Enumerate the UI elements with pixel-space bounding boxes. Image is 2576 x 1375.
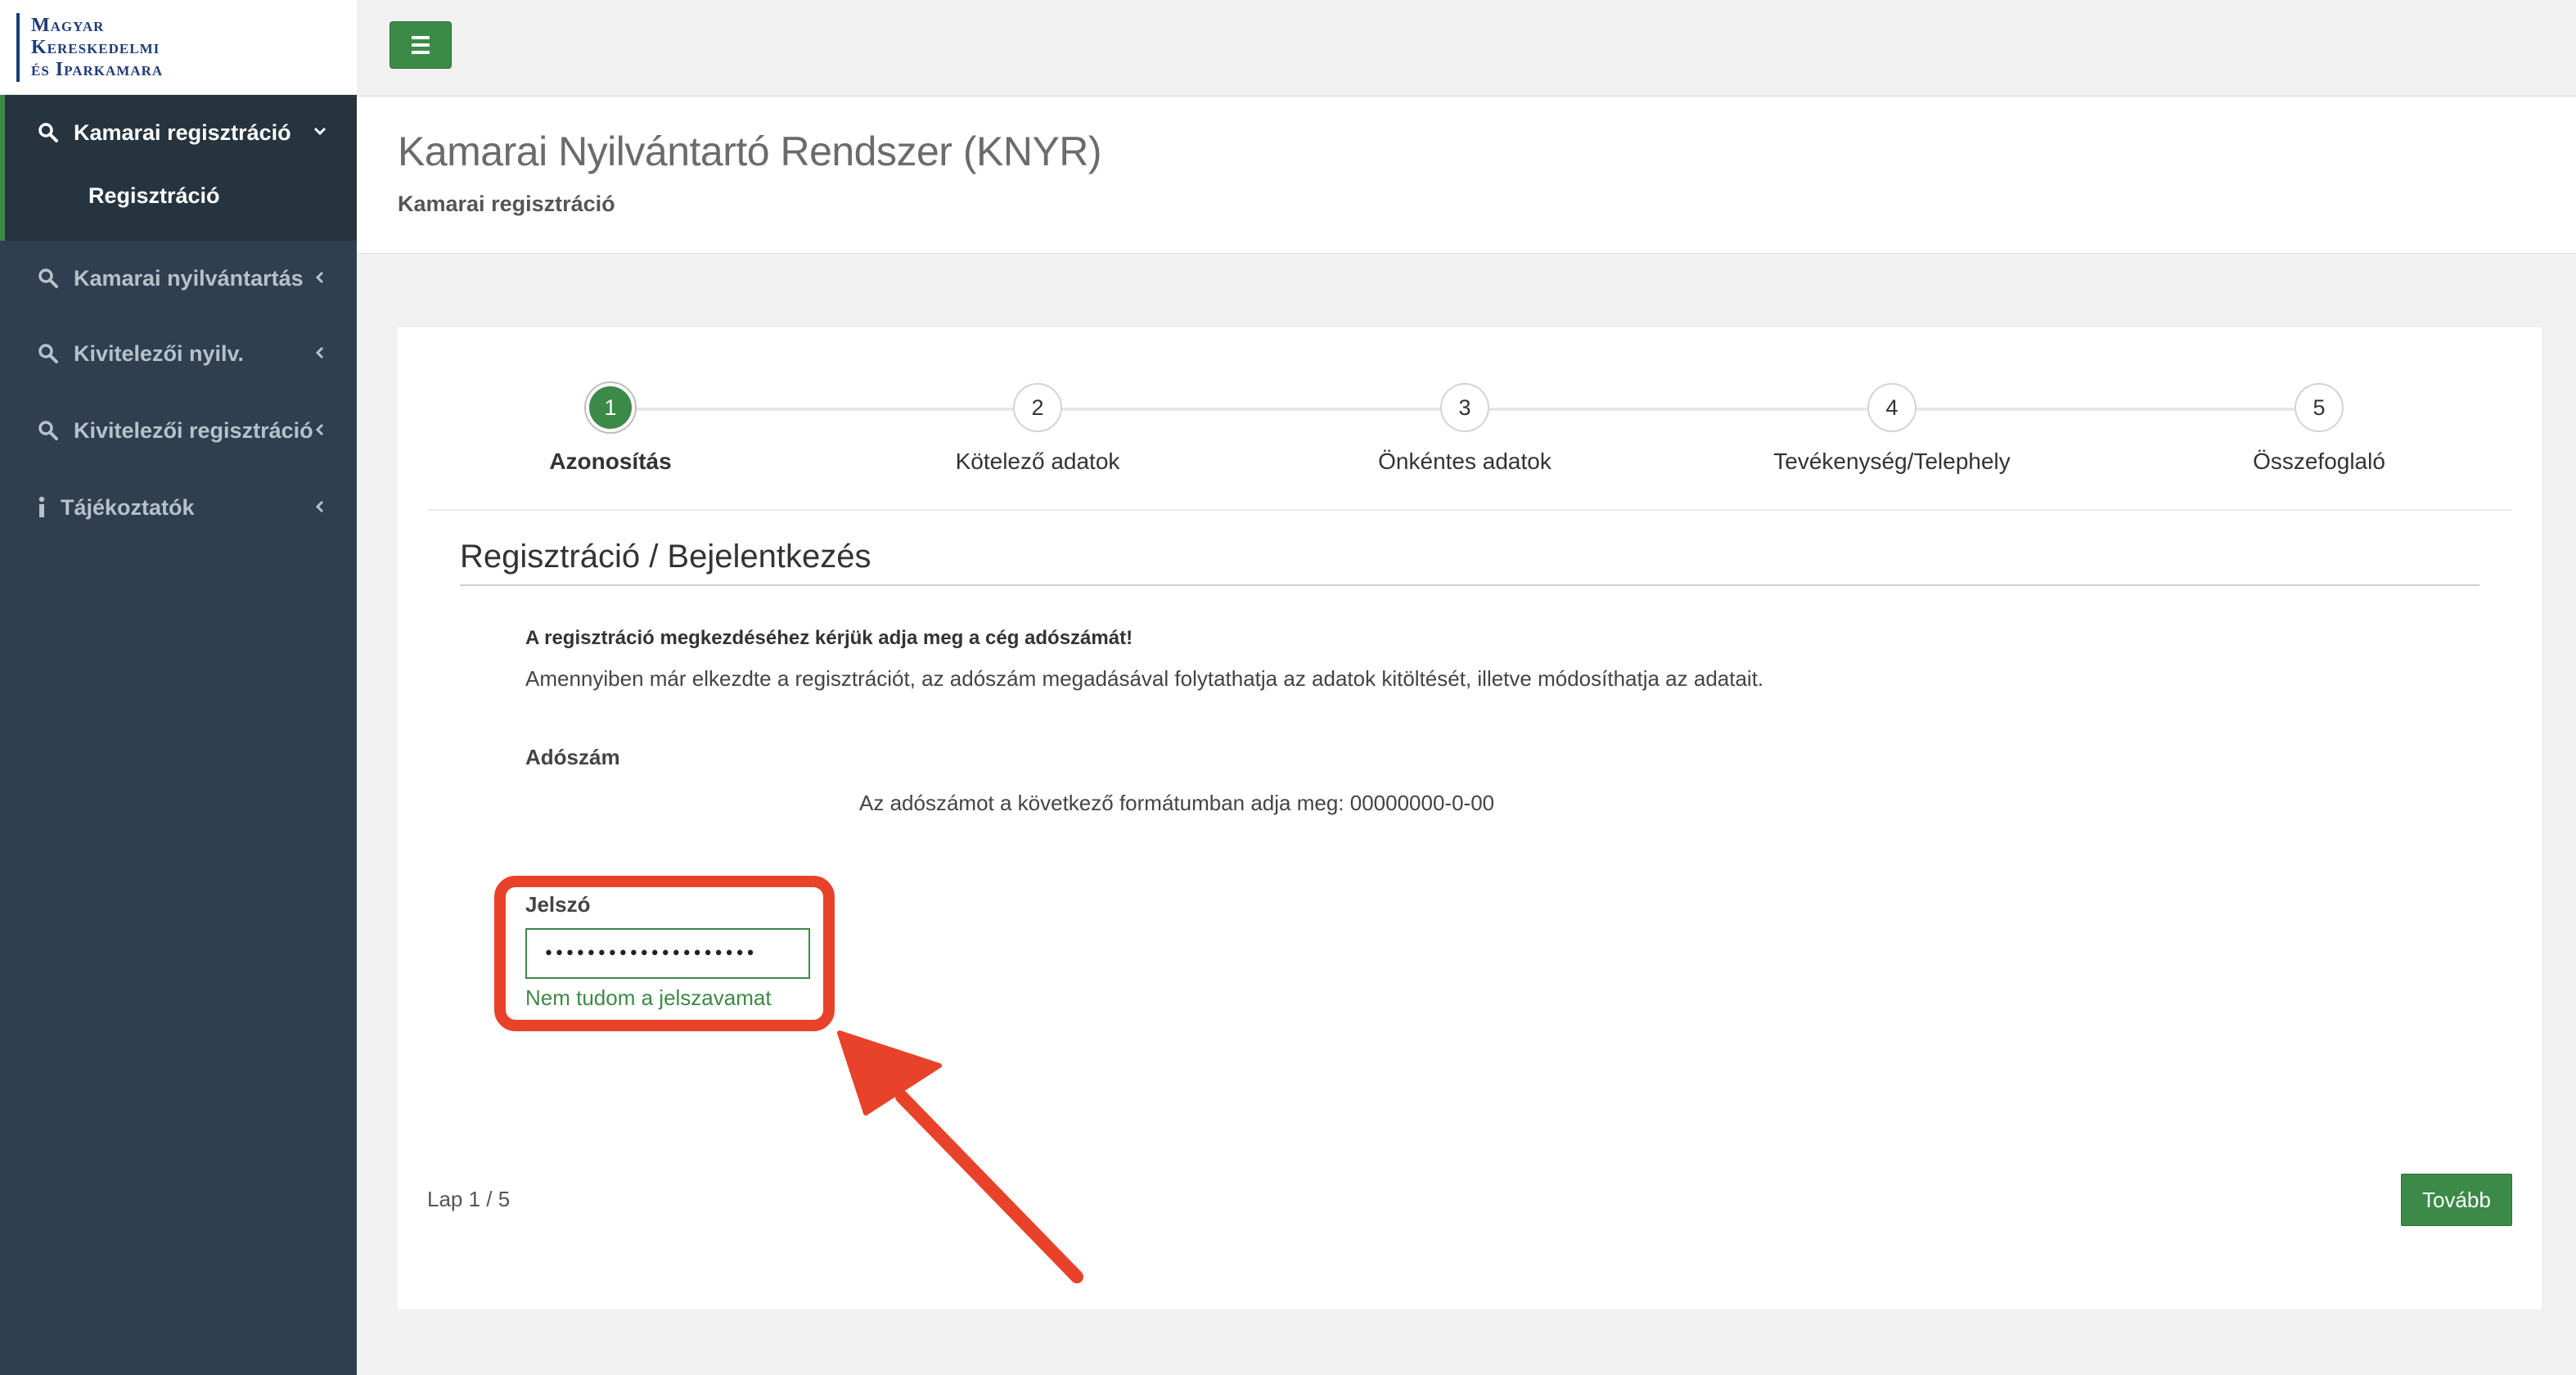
wizard-step-3[interactable]: 3 (1440, 383, 1489, 432)
wizard-step-1[interactable]: 1 (586, 383, 635, 432)
sidebar: Magyar Kereskedelmi és Iparkamara Kamara… (0, 0, 357, 1375)
wizard-step-label: Azonosítás (549, 449, 672, 474)
registration-card: 1 2 3 4 5 Azonosítás Kötelező adatok Önk… (398, 327, 2542, 1310)
logo-bar (16, 13, 20, 82)
chevron-left-icon (313, 265, 327, 291)
logo[interactable]: Magyar Kereskedelmi és Iparkamara (0, 0, 357, 95)
sidebar-item-tajekoztatok[interactable]: Tájékoztatók (0, 483, 357, 532)
tax-number-hint: Az adószámot a következő formátumban adj… (859, 791, 1495, 815)
page-title: Kamarai Nyilvántartó Rendszer (KNYR) (398, 128, 1102, 174)
chevron-left-icon (313, 494, 327, 520)
section-title: Regisztráció / Bejelentkezés (460, 539, 871, 575)
page-header: Kamarai Nyilvántartó Rendszer (KNYR) Kam… (357, 97, 2576, 254)
sidebar-item-kamarai-nyilvantartas[interactable]: Kamarai nyilvántartás (0, 254, 357, 303)
logo-line-2: Kereskedelmi (31, 37, 160, 58)
sidebar-item-kamarai-regisztracio[interactable]: Kamarai regisztráció (0, 108, 357, 157)
tax-number-label: Adószám (525, 745, 620, 769)
wizard-step-4[interactable]: 4 (1867, 383, 1916, 432)
search-icon (36, 341, 61, 366)
topbar (357, 0, 2576, 97)
wizard-step-label: Összefoglaló (2253, 449, 2385, 474)
info-icon (36, 495, 47, 520)
chevron-down-icon (313, 119, 327, 145)
page-counter: Lap 1 / 5 (427, 1187, 511, 1211)
sidebar-item-label: Kivitelezői nyilv. (74, 340, 245, 366)
wizard-step-5[interactable]: 5 (2295, 383, 2344, 432)
annotation-highlight-box (494, 876, 835, 1031)
instruction-text: Amennyiben már elkezdte a regisztrációt,… (525, 666, 1764, 691)
sidebar-item-label: Kamarai nyilvántartás (74, 265, 304, 291)
chevron-left-icon (313, 340, 327, 366)
logo-text: Magyar Kereskedelmi és Iparkamara (31, 15, 163, 81)
hamburger-line (412, 36, 430, 39)
logo-line-3: és Iparkamara (31, 59, 164, 80)
sidebar-item-label: Kamarai regisztráció (74, 119, 291, 145)
breadcrumb: Kamarai regisztráció (398, 192, 615, 216)
menu-toggle-button[interactable] (390, 21, 452, 69)
wizard-step-label: Önkéntes adatok (1378, 449, 1551, 474)
instruction-heading: A regisztráció megkezdéséhez kérjük adja… (525, 627, 1133, 649)
search-icon (36, 266, 61, 291)
search-icon (36, 418, 61, 443)
logo-line-1: Magyar (31, 15, 105, 36)
sidebar-item-label: Kivitelezői regisztráció (74, 417, 313, 443)
next-button[interactable]: Tovább (2401, 1174, 2512, 1226)
wizard-step-label: Tevékenység/Telephely (1773, 449, 2011, 474)
sidebar-item-kivitelezoi-nyilv[interactable]: Kivitelezői nyilv. (0, 329, 357, 378)
sidebar-item-kivitelezoi-regisztracio[interactable]: Kivitelezői regisztráció (0, 406, 357, 455)
search-icon (36, 120, 61, 145)
chevron-left-icon (313, 417, 327, 443)
wizard-step-label: Kötelező adatok (955, 449, 1120, 474)
wizard-step-2[interactable]: 2 (1013, 383, 1062, 432)
hamburger-line (412, 43, 430, 47)
sidebar-subitem-regisztracio[interactable]: Regisztráció (88, 183, 220, 209)
divider (460, 584, 2479, 586)
hamburger-line (412, 51, 430, 54)
divider (427, 509, 2512, 511)
sidebar-item-label: Tájékoztatók (61, 494, 195, 520)
